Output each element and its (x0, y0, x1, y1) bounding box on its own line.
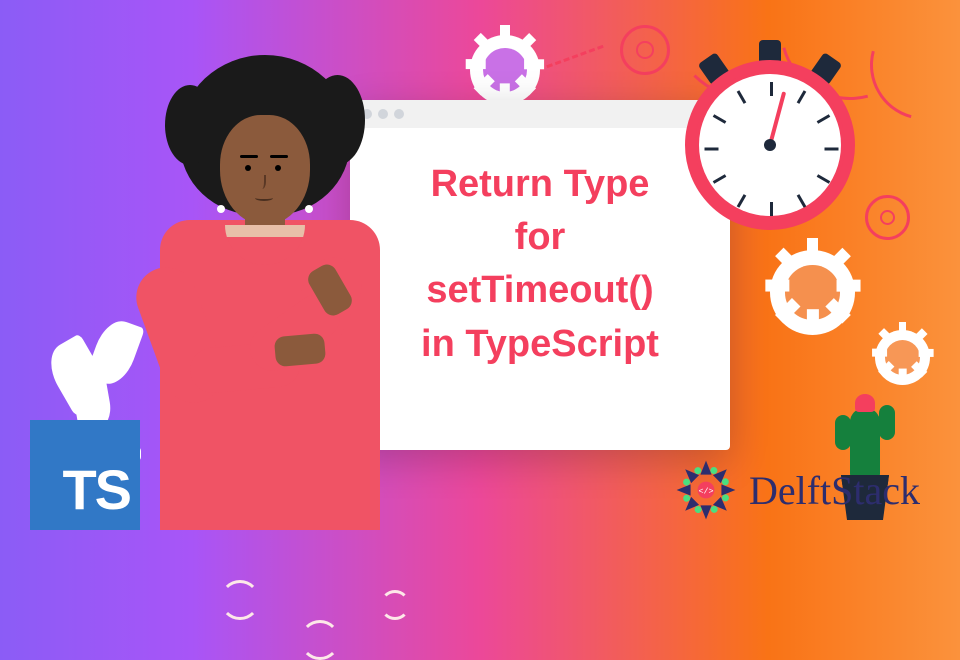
title-line: Return Type (370, 158, 710, 211)
woman-illustration (120, 65, 420, 525)
delftstack-text: DelftStack (749, 467, 920, 514)
decorative-dash (546, 45, 603, 68)
delftstack-mandala-icon: </> (671, 455, 741, 525)
gear-outline-icon (865, 195, 910, 240)
typescript-badge: TS (30, 420, 140, 530)
svg-text:</>: </> (698, 487, 713, 497)
gear-icon (470, 35, 540, 105)
title-line: setTimeout() (370, 264, 710, 317)
gear-outline-icon (620, 25, 670, 75)
delftstack-logo: </> DelftStack (671, 455, 920, 525)
title-line: in TypeScript (370, 318, 710, 371)
title-line: for (370, 211, 710, 264)
typescript-badge-text: TS (62, 457, 130, 522)
stopwatch-icon (685, 60, 855, 230)
gear-icon (770, 250, 855, 335)
